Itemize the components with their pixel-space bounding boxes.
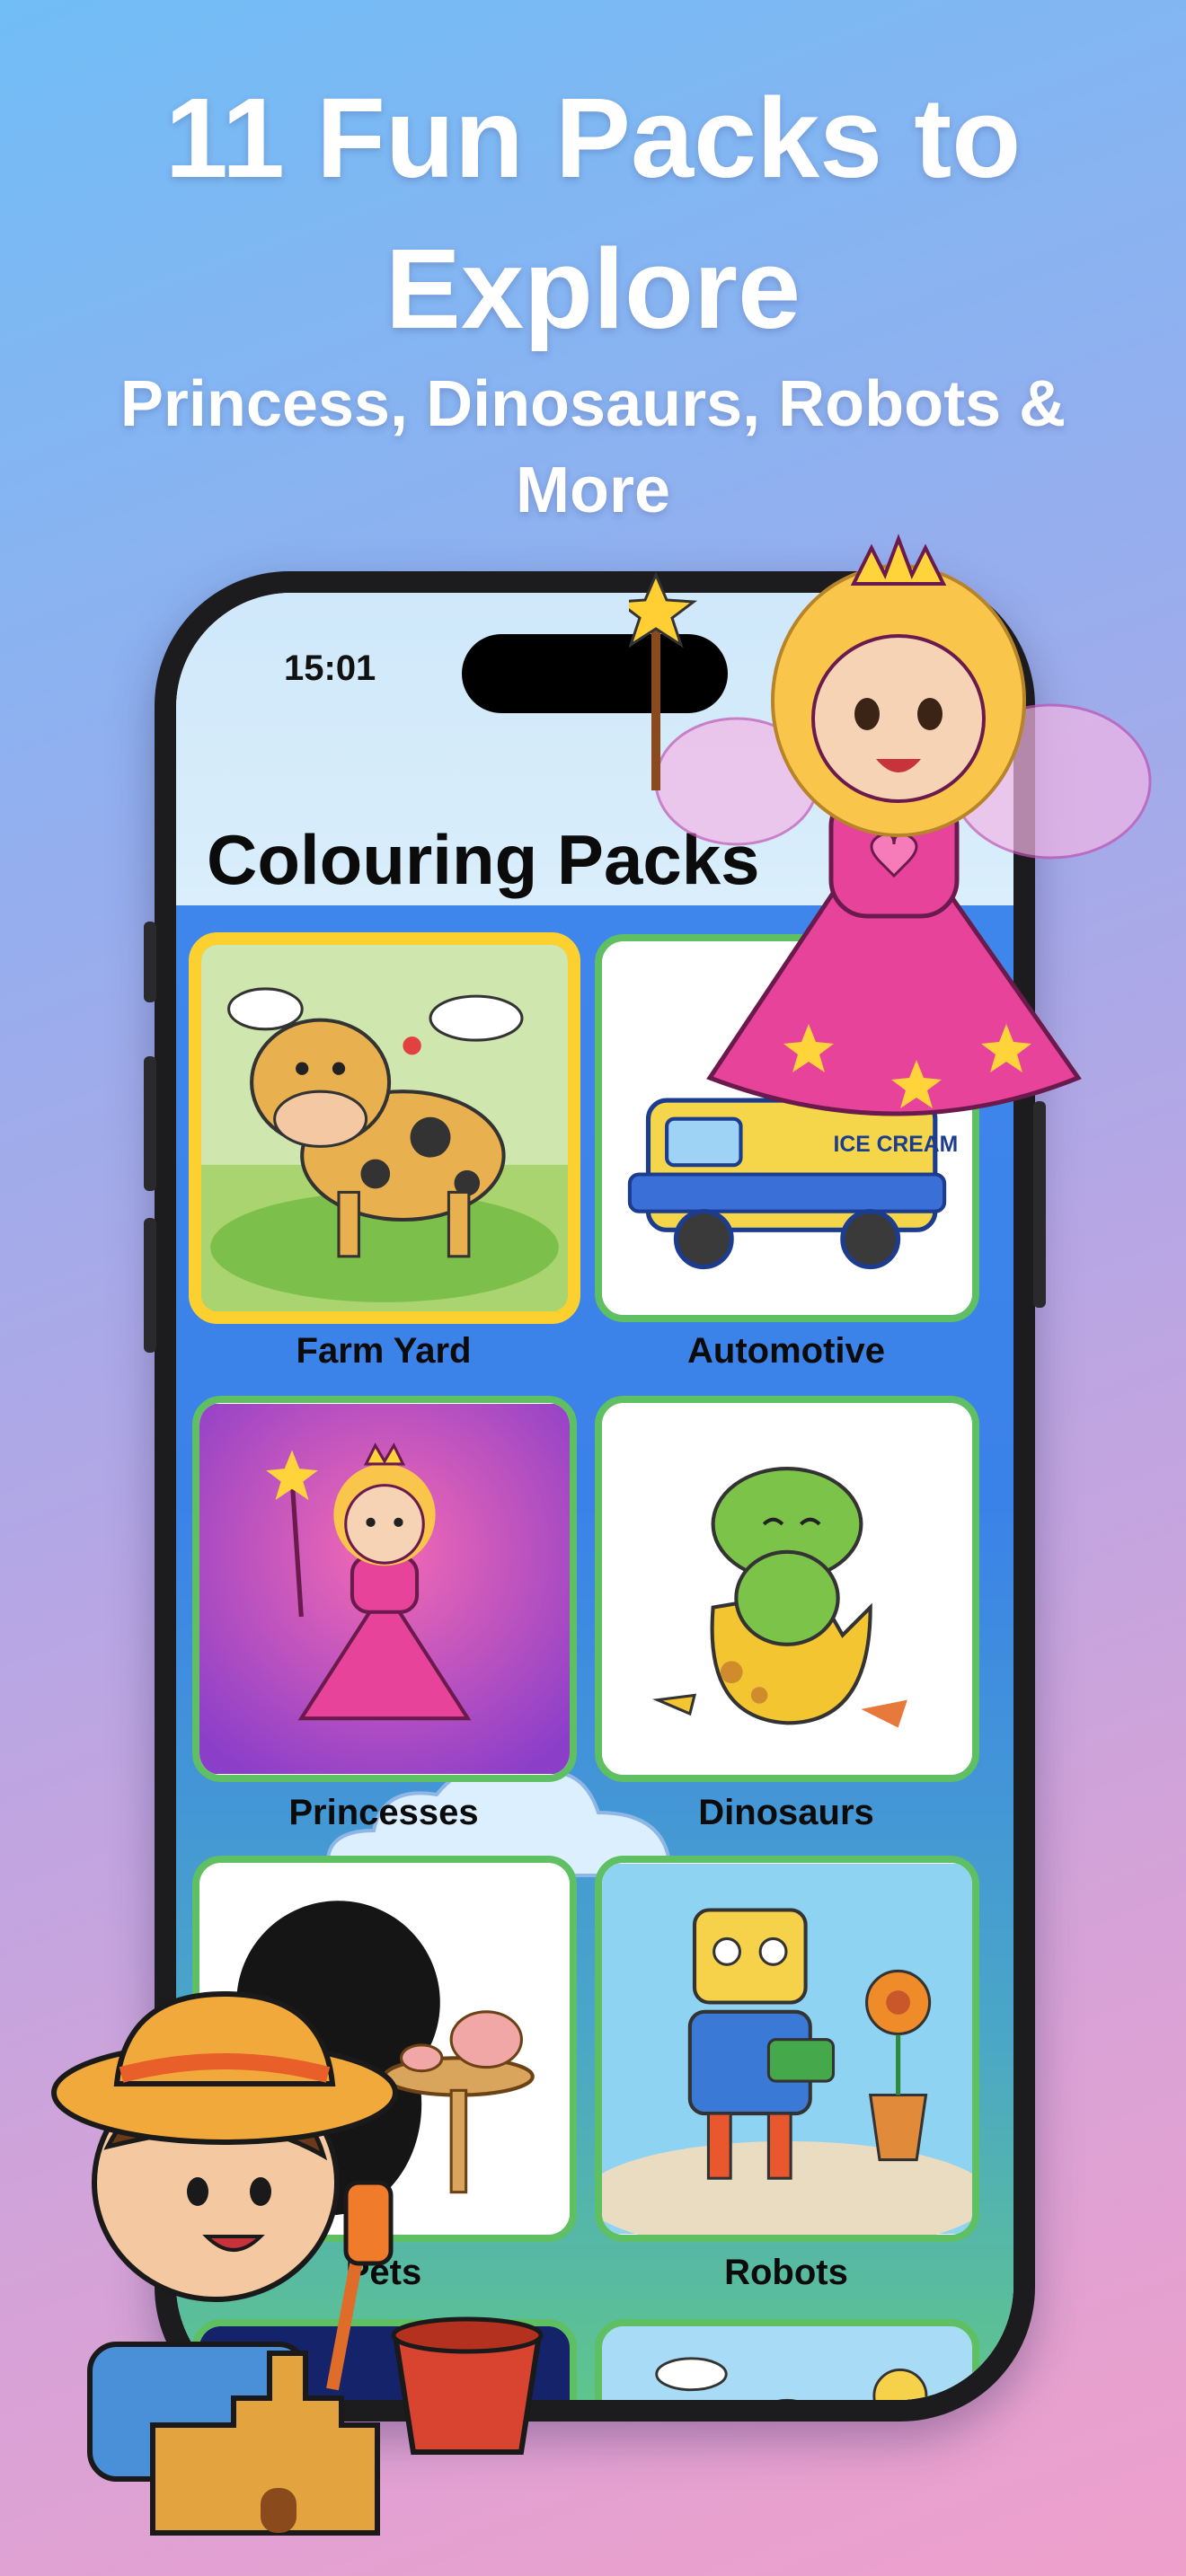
pack-label-farm-yard: Farm Yard [296,1331,472,1371]
promo-subheadline: Princess, Dinosaurs, Robots & More [119,368,1067,526]
pack-label-princesses: Princesses [288,1793,479,1832]
princess-illustration [199,1404,570,1774]
pack-card-dinosaurs[interactable] [595,1396,979,1782]
fairy-princess-sticker [629,534,1152,1116]
promo-headline: 11 Fun Packs to Explore [164,75,1022,352]
pack-label-automotive: Automotive [687,1331,885,1371]
pack-card-robots[interactable] [595,1856,979,2242]
cow-illustration [201,945,568,1311]
pack-card-princesses[interactable] [192,1396,577,1782]
volume-down-button [144,1218,156,1353]
pack-label-dinosaurs: Dinosaurs [698,1793,874,1832]
robot-illustration [602,1864,972,2235]
volume-up-button [144,1056,156,1191]
sun-cloud-illustration [613,2326,961,2400]
pack-card-next-right[interactable] [595,2319,979,2400]
pack-label-robots: Robots [724,2253,848,2292]
dinosaur-illustration [602,1404,972,1774]
boy-sandcastle-sticker [51,1990,544,2536]
status-time: 15:01 [284,648,376,688]
pack-card-farm-yard[interactable] [189,932,580,1324]
action-button [144,922,156,1002]
